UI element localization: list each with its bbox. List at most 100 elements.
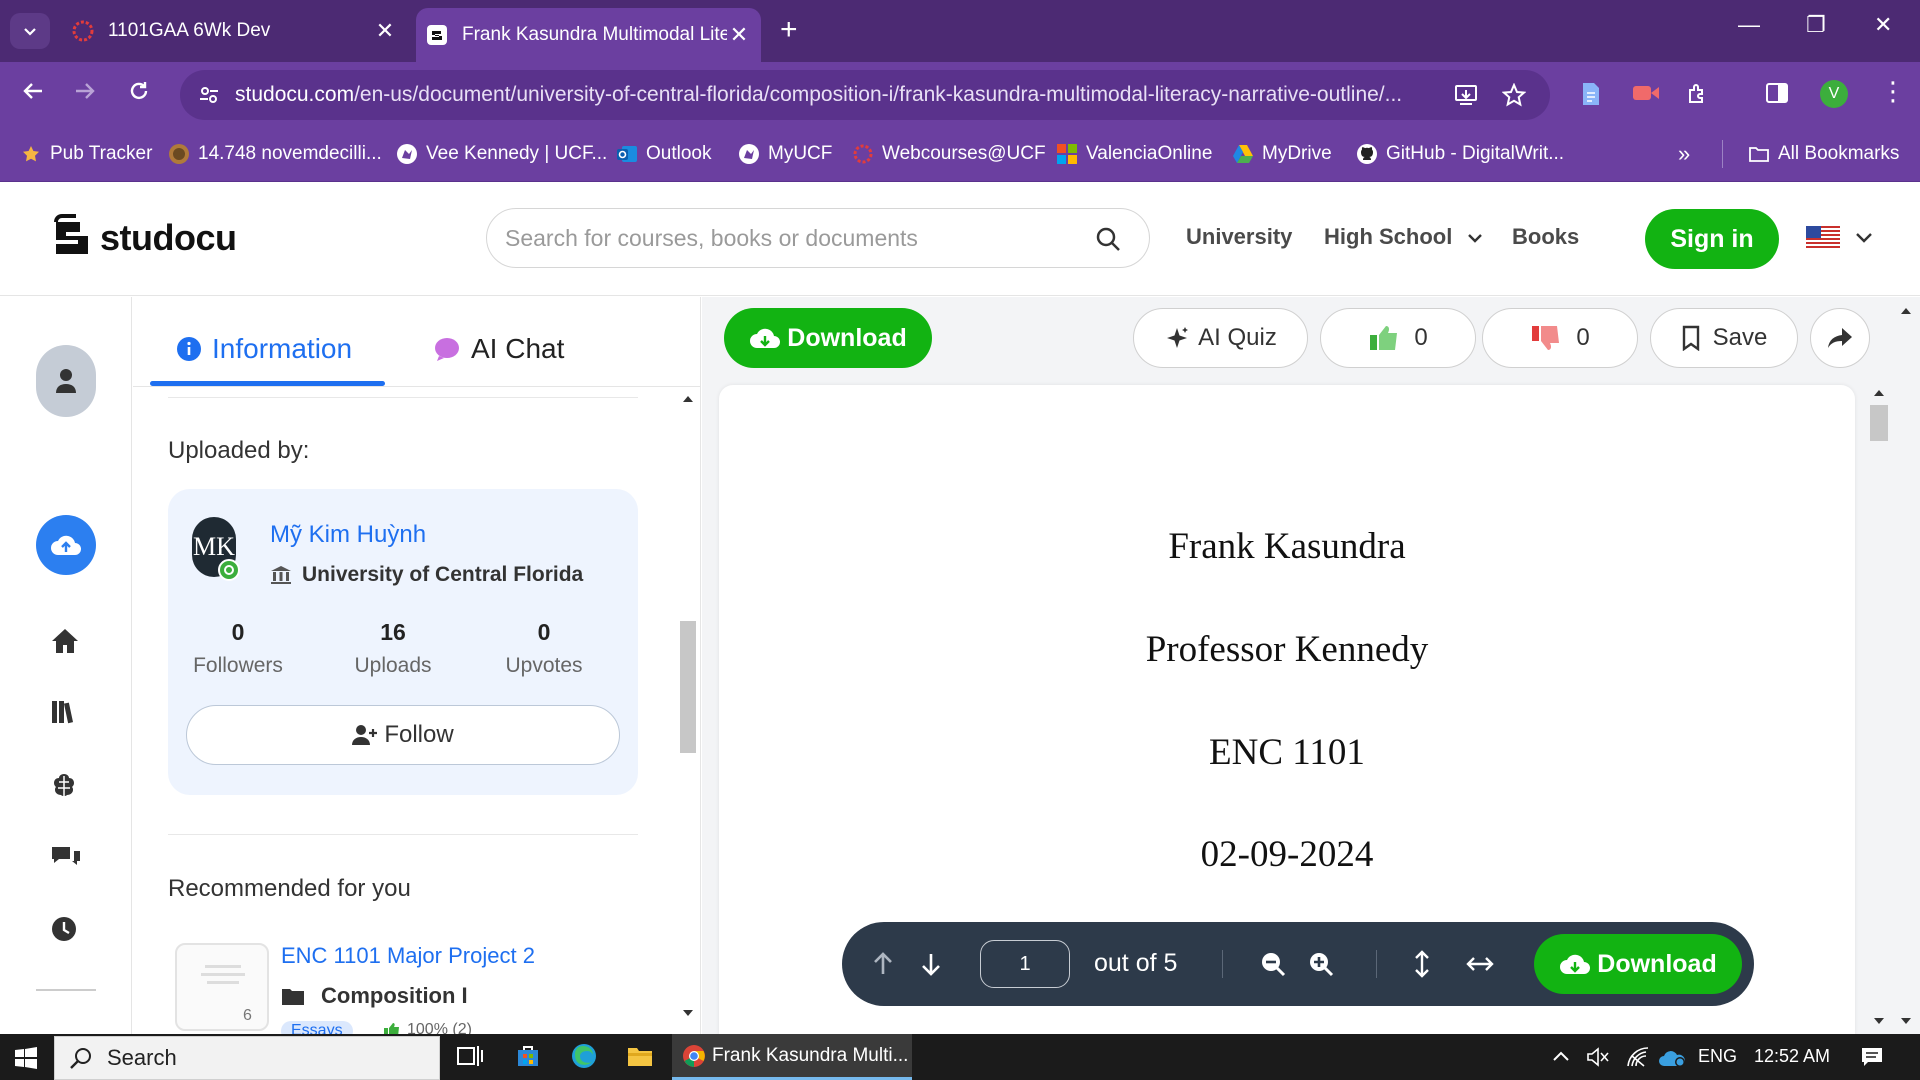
scrollbar-thumb[interactable] xyxy=(1870,405,1888,441)
address-bar[interactable]: studocu.com/en-us/document/university-of… xyxy=(180,70,1550,120)
recommended-thumbnail[interactable]: 6 xyxy=(175,943,269,1031)
follow-button[interactable]: Follow xyxy=(186,705,620,765)
bookmark-vee-kennedy[interactable]: Vee Kennedy | UCF... xyxy=(396,140,607,168)
bookmark-valenciaonline[interactable]: ValenciaOnline xyxy=(1056,140,1212,168)
page-scrollbar[interactable] xyxy=(1895,297,1917,1034)
chevron-down-icon xyxy=(1468,234,1483,243)
bookmark-github[interactable]: GitHub - DigitalWrit... xyxy=(1356,140,1564,168)
dislike-button[interactable]: 0 xyxy=(1482,308,1638,368)
uploader-name[interactable]: Mỹ Kim Huỳnh xyxy=(270,521,426,549)
recommended-title[interactable]: ENC 1101 Major Project 2 xyxy=(281,943,535,969)
extensions-puzzle-icon[interactable] xyxy=(1686,82,1710,106)
all-bookmarks-button[interactable]: All Bookmarks xyxy=(1748,140,1899,168)
nav-high-school[interactable]: High School xyxy=(1324,224,1484,250)
nav-books[interactable]: Books xyxy=(1512,224,1579,250)
scrollbar-thumb[interactable] xyxy=(680,621,696,753)
bookmark-novemdecillion[interactable]: 14.748 novemdecilli... xyxy=(168,140,382,168)
volume-muted-icon[interactable] xyxy=(1586,1046,1610,1068)
save-button[interactable]: Save xyxy=(1650,308,1798,368)
fit-height-icon[interactable] xyxy=(1414,950,1430,978)
bookmark-pub-tracker[interactable]: Pub Tracker xyxy=(20,140,152,168)
brain-icon[interactable] xyxy=(50,771,78,799)
notifications-icon[interactable] xyxy=(1860,1046,1884,1068)
wifi-icon[interactable] xyxy=(1626,1046,1650,1068)
upload-button[interactable] xyxy=(36,515,96,575)
doc-line-course: ENC 1101 xyxy=(1209,732,1365,773)
tab-title: Frank Kasundra Multimodal Literacy Narra… xyxy=(462,24,727,45)
rail-divider xyxy=(36,989,96,991)
download-button[interactable]: Download xyxy=(724,308,932,368)
home-icon[interactable] xyxy=(50,627,80,655)
language-selector[interactable] xyxy=(1806,226,1874,250)
library-icon[interactable] xyxy=(50,699,78,725)
edge-browser-icon[interactable] xyxy=(570,1042,598,1070)
close-window-button[interactable]: ✕ xyxy=(1874,12,1892,38)
bookmark-star-icon[interactable] xyxy=(1502,83,1526,107)
pager-download-button[interactable]: Download xyxy=(1534,934,1742,994)
reload-button[interactable] xyxy=(128,80,150,102)
document-scrollbar[interactable] xyxy=(1868,385,1890,1035)
sign-in-button[interactable]: Sign in xyxy=(1645,209,1779,269)
close-tab-icon[interactable]: ✕ xyxy=(727,22,751,48)
more-bookmarks-button[interactable]: » xyxy=(1678,140,1690,168)
file-explorer-icon[interactable] xyxy=(626,1042,654,1070)
show-hidden-icons-icon[interactable] xyxy=(1552,1050,1570,1062)
taskbar-search[interactable]: Search xyxy=(54,1036,440,1080)
install-app-icon[interactable] xyxy=(1454,84,1478,106)
system-clock[interactable]: 12:52 AM xyxy=(1754,1046,1830,1067)
previous-page-icon[interactable] xyxy=(872,952,894,976)
next-page-icon[interactable] xyxy=(920,952,942,976)
tab-information[interactable]: Information xyxy=(176,333,352,365)
profile-avatar[interactable]: V xyxy=(1820,80,1848,108)
user-avatar[interactable] xyxy=(36,345,96,417)
task-view-icon[interactable] xyxy=(456,1042,484,1070)
thumbs-up-icon xyxy=(384,1023,399,1034)
new-tab-button[interactable]: + xyxy=(780,14,798,46)
microsoft-store-icon[interactable] xyxy=(514,1042,542,1070)
page-count-label: out of 5 xyxy=(1094,949,1178,977)
nav-university[interactable]: University xyxy=(1186,224,1292,250)
windows-start-icon[interactable] xyxy=(14,1046,38,1070)
clock-icon[interactable] xyxy=(50,915,78,943)
search-box[interactable] xyxy=(486,208,1150,268)
minimize-button[interactable]: — xyxy=(1738,12,1760,38)
scroll-up-icon xyxy=(683,396,693,402)
search-icon[interactable] xyxy=(1095,226,1121,252)
browser-menu-icon[interactable]: ⋮ xyxy=(1880,78,1906,104)
bookmark-mydrive[interactable]: MyDrive xyxy=(1232,140,1332,168)
zoom-out-icon[interactable] xyxy=(1260,951,1286,977)
taskbar-chrome-window[interactable]: Frank Kasundra Multi... xyxy=(672,1034,912,1080)
close-tab-icon[interactable]: ✕ xyxy=(373,18,397,44)
tab-1101gaa[interactable]: 1101GAA 6Wk Dev ✕ xyxy=(62,10,407,52)
thumbs-down-icon xyxy=(1532,326,1560,350)
info-icon xyxy=(177,337,201,361)
docs-extension-icon[interactable] xyxy=(1580,82,1602,106)
fit-width-icon[interactable] xyxy=(1466,956,1494,972)
globe-icon xyxy=(397,144,417,164)
bookmark-myucf[interactable]: MyUCF xyxy=(738,140,832,168)
tab-search-button[interactable] xyxy=(10,13,50,49)
tab-studocu[interactable]: Frank Kasundra Multimodal Literacy Narra… xyxy=(416,8,761,62)
uploader-card: MK Mỹ Kim Huỳnh University of Central Fl… xyxy=(168,489,638,795)
doc-line-professor: Professor Kennedy xyxy=(1145,629,1429,670)
studocu-logo[interactable]: studocu xyxy=(46,214,237,262)
zoom-in-icon[interactable] xyxy=(1308,951,1334,977)
ai-quiz-button[interactable]: AI Quiz xyxy=(1133,308,1308,368)
screencast-extension-icon[interactable] xyxy=(1632,82,1660,104)
bookmark-webcourses[interactable]: Webcourses@UCF xyxy=(852,140,1046,168)
search-input[interactable] xyxy=(505,221,1065,255)
panel-scrollbar[interactable] xyxy=(678,389,698,1034)
tab-ai-chat[interactable]: AI Chat xyxy=(433,333,564,365)
like-button[interactable]: 0 xyxy=(1320,308,1476,368)
restore-button[interactable]: ❐ xyxy=(1806,12,1826,38)
chat-icon[interactable] xyxy=(50,843,82,871)
language-indicator[interactable]: ENG xyxy=(1698,1046,1737,1067)
bookmark-outlook[interactable]: Outlook xyxy=(616,140,711,168)
share-button[interactable] xyxy=(1810,308,1870,368)
onedrive-icon[interactable] xyxy=(1658,1048,1686,1068)
back-button[interactable] xyxy=(22,80,44,102)
studocu-favicon-icon xyxy=(427,25,447,45)
page-number-input[interactable]: 1 xyxy=(980,940,1070,988)
side-panel-icon[interactable] xyxy=(1766,82,1788,104)
forward-button[interactable] xyxy=(74,80,96,102)
